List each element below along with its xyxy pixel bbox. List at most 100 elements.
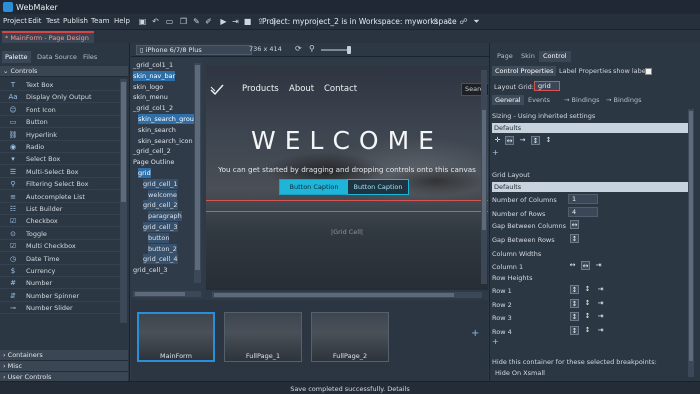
add-sizing-button[interactable]: + xyxy=(492,148,499,157)
row-auto-icon[interactable]: ↕ xyxy=(583,285,592,294)
grid-cell-placeholder[interactable]: |Grid Cell| xyxy=(206,228,488,236)
tab-control[interactable]: Control xyxy=(539,51,571,62)
outline-item[interactable]: grid xyxy=(138,168,151,178)
outline-item[interactable]: _grid_cell_2 xyxy=(133,146,171,156)
outline-item[interactable]: Page Outline xyxy=(133,157,174,167)
scroll-thumb[interactable] xyxy=(689,111,693,361)
palette-item[interactable]: ⊸ Number Slider xyxy=(0,302,120,315)
design-canvas[interactable]: Products About Contact Search WELCOME Yo… xyxy=(206,66,488,290)
outline-item[interactable]: skin_nav_bar xyxy=(133,70,176,81)
team-icon[interactable]: ☍ xyxy=(458,16,469,27)
category-misc[interactable]: › Misc xyxy=(0,361,128,372)
scroll-thumb[interactable] xyxy=(121,82,126,202)
pages-icon[interactable]: ❐ xyxy=(178,16,189,27)
palette-item[interactable]: Aa Display Only Output xyxy=(0,91,120,104)
palette-item[interactable]: T Text Box xyxy=(0,79,120,91)
shrink-vertical-icon[interactable]: ↕ xyxy=(544,136,553,145)
monitor-icon[interactable]: ▭ xyxy=(164,16,175,27)
properties-scrollbar[interactable] xyxy=(688,109,694,377)
stretch-horizontal-icon[interactable]: ↔ xyxy=(505,136,514,145)
outline-item[interactable]: skin_search_group xyxy=(138,114,199,124)
tab-skin[interactable]: Skin xyxy=(517,51,539,62)
menu-test[interactable]: Test xyxy=(46,17,60,25)
palette-item[interactable]: ⛓ Hyperlink xyxy=(0,129,120,141)
add-breakpoint-button[interactable]: + xyxy=(492,337,499,346)
category-controls[interactable]: ⌄ Controls xyxy=(0,66,128,77)
palette-item[interactable]: ☷ List Builder xyxy=(0,203,120,215)
palette-item[interactable]: ⇵ Number Spinner xyxy=(0,290,120,302)
outline-item[interactable]: welcome xyxy=(148,189,178,200)
status-message[interactable]: Save completed successfully. Details xyxy=(0,385,700,393)
palette-item[interactable]: ≡ Autocomplete List xyxy=(0,191,120,203)
tab-page[interactable]: Page xyxy=(493,51,517,62)
gap-rows-icon[interactable]: ↕ xyxy=(570,234,579,243)
brush-icon[interactable]: ✐ xyxy=(203,16,214,27)
filter-icon[interactable]: ⏷ xyxy=(471,16,482,27)
outline-item[interactable]: button_2 xyxy=(148,243,177,254)
canvas-vertical-scrollbar[interactable] xyxy=(481,70,487,284)
outline-item[interactable]: grid_cell_3 xyxy=(133,265,168,275)
stretch-vertical-icon[interactable]: ↕ xyxy=(531,136,540,145)
run-icon[interactable]: ⇥ xyxy=(230,16,241,27)
palette-item[interactable]: # Number xyxy=(0,277,120,290)
save-icon[interactable]: ▣ xyxy=(137,16,148,27)
defaults-bar[interactable]: Defaults xyxy=(492,123,688,133)
align-top-icon[interactable]: ✛ xyxy=(493,136,502,145)
outline-item[interactable]: grid_cell_4 xyxy=(143,254,178,265)
outline-item[interactable]: _grid_col1_1 xyxy=(133,60,173,70)
palette-item[interactable]: ⊙ Toggle xyxy=(0,228,120,240)
row-auto-icon[interactable]: ↕ xyxy=(583,299,592,308)
show-label-checkbox[interactable] xyxy=(645,68,652,75)
palette-item[interactable]: ▭ Button xyxy=(0,116,120,129)
row-fixed-icon[interactable]: ⇥ xyxy=(596,299,605,308)
palette-item[interactable]: ◉ Radio xyxy=(0,141,120,153)
page-thumbnail-label[interactable]: MainForm xyxy=(137,352,215,360)
row-auto-icon[interactable]: ↕ xyxy=(583,326,592,335)
scroll-thumb[interactable] xyxy=(482,110,486,230)
add-page-button[interactable]: + xyxy=(471,328,479,339)
row-fixed-icon[interactable]: ⇥ xyxy=(596,312,605,321)
palette-item[interactable]: ☺ Font Icon xyxy=(0,104,120,116)
outline-item[interactable]: grid_cell_3 xyxy=(143,222,178,232)
row-stretch-icon[interactable]: ↕ xyxy=(570,285,579,294)
device-select[interactable]: ▯ iPhone 6/7/8 Plus xyxy=(136,45,252,55)
section-general[interactable]: General xyxy=(492,95,524,105)
scroll-thumb[interactable] xyxy=(135,292,185,296)
stop-icon[interactable]: ■ xyxy=(242,16,253,27)
gap-columns-icon[interactable]: ↔ xyxy=(570,220,579,229)
tab-files[interactable]: Files xyxy=(80,51,100,63)
eyedropper-icon[interactable]: ✎ xyxy=(191,16,202,27)
tab-mainform-design[interactable]: * MainForm - Page Design xyxy=(2,31,94,43)
palette-item[interactable]: ☑ Multi Checkbox xyxy=(0,240,120,253)
undo-icon[interactable]: ↶ xyxy=(150,16,161,27)
column-stretch-icon[interactable]: ↔ xyxy=(581,261,590,270)
row-stretch-icon[interactable]: ↕ xyxy=(570,312,579,321)
outline-item[interactable]: _grid_col1_2 xyxy=(133,103,173,113)
menu-edit[interactable]: Edit xyxy=(28,17,42,25)
menu-publish[interactable]: Publish xyxy=(63,17,88,25)
scroll-thumb[interactable] xyxy=(214,293,454,297)
outline-item[interactable]: paragraph xyxy=(148,211,182,222)
section-bindings-2[interactable]: → Bindings xyxy=(606,95,641,105)
outline-horizontal-scrollbar[interactable] xyxy=(133,291,201,297)
menu-project[interactable]: Project xyxy=(3,17,27,25)
column-fixed-icon[interactable]: ⇥ xyxy=(594,261,603,270)
outline-item[interactable]: skin_logo xyxy=(133,82,163,92)
outline-vertical-scrollbar[interactable] xyxy=(194,63,201,283)
tab-data-source[interactable]: Data Source xyxy=(34,51,80,63)
row-auto-icon[interactable]: ↕ xyxy=(583,312,592,321)
shrink-horizontal-icon[interactable]: → xyxy=(518,136,527,145)
layout-grid-field[interactable]: grid xyxy=(534,81,560,91)
palette-item[interactable]: $ Currency xyxy=(0,265,120,277)
welcome-heading[interactable]: WELCOME xyxy=(206,126,488,155)
zoom-slider-knob[interactable] xyxy=(347,46,351,54)
nav-contact-link[interactable]: Contact xyxy=(324,84,357,94)
columns-field[interactable]: 1 xyxy=(568,194,598,204)
outline-item[interactable]: button xyxy=(148,232,170,243)
caption-button-primary[interactable]: Button Caption xyxy=(279,179,349,195)
section-bindings[interactable]: → Bindings xyxy=(564,95,599,105)
outline-item[interactable]: skin_search xyxy=(138,125,176,135)
tab-control-properties[interactable]: Control Properties xyxy=(492,66,557,76)
page-thumbnail-label[interactable]: FullPage_2 xyxy=(311,352,389,360)
canvas-horizontal-scrollbar[interactable] xyxy=(212,292,482,298)
